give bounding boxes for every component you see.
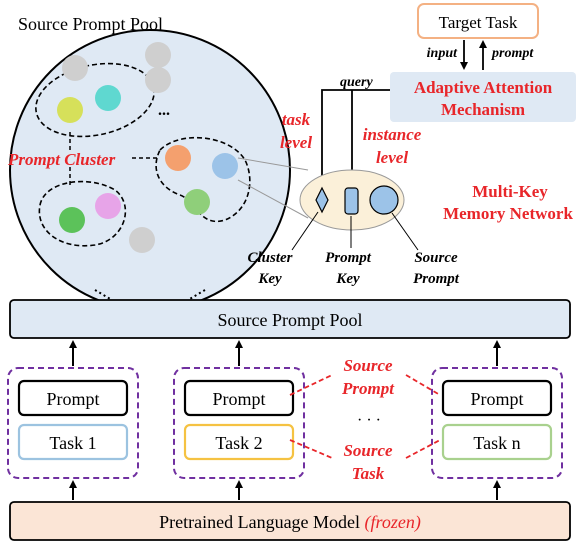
dot-gray-2 bbox=[145, 42, 171, 68]
dot-gray-3 bbox=[62, 55, 88, 81]
plm-box: Pretrained Language Model (frozen) bbox=[9, 501, 571, 541]
middle-ellipsis: · · · bbox=[357, 412, 381, 429]
attention-line1: Adaptive Attention bbox=[414, 78, 553, 97]
attention-line2: Mechanism bbox=[441, 100, 525, 119]
dot-pink bbox=[95, 193, 121, 219]
task-level-line1: task bbox=[282, 110, 311, 129]
prompt-key-line2: Key bbox=[335, 271, 360, 287]
task-group-3: Prompt Task n bbox=[431, 340, 563, 500]
annot-prompt-right bbox=[405, 374, 441, 396]
task-label: Task n bbox=[473, 433, 520, 453]
dot-gray-1 bbox=[145, 67, 171, 93]
dot-green bbox=[59, 207, 85, 233]
prompt-label: Prompt bbox=[46, 389, 99, 409]
plm-label: Pretrained Language Model (frozen) bbox=[159, 512, 421, 533]
diagram-canvas: Source Prompt Pool ... Prompt Cluster Ta… bbox=[7, 3, 576, 541]
memory-network bbox=[299, 169, 405, 231]
input-label: input bbox=[427, 46, 458, 61]
annot-prompt-left bbox=[289, 374, 333, 396]
dot-orange bbox=[165, 145, 191, 171]
task-group-2: Prompt Task 2 bbox=[173, 340, 305, 500]
prompt-label: prompt bbox=[491, 46, 534, 61]
source-task-annot-line1: Source bbox=[343, 441, 393, 460]
instance-level-line1: instance bbox=[363, 125, 422, 144]
prompt-label: Prompt bbox=[212, 389, 265, 409]
dot-green-light bbox=[184, 189, 210, 215]
source-prompt-key-line2: Prompt bbox=[413, 271, 460, 287]
cluster-key-line1: Cluster bbox=[247, 250, 292, 266]
source-prompt-annot-line1: Source bbox=[343, 356, 393, 375]
frozen-label: (frozen) bbox=[365, 512, 421, 533]
dot-blue bbox=[212, 153, 238, 179]
task-label: Task 1 bbox=[49, 433, 96, 453]
dot-gray-4 bbox=[129, 227, 155, 253]
pool-ellipsis: ... bbox=[158, 102, 170, 119]
prompt-label: Prompt bbox=[470, 389, 523, 409]
instance-level-line2: level bbox=[376, 148, 408, 167]
memory-network-line1: Multi-Key bbox=[472, 182, 548, 201]
source-prompt-pool-bar: Source Prompt Pool bbox=[9, 299, 571, 339]
source-prompt-annot-line2: Prompt bbox=[341, 379, 395, 398]
target-task-box: Target Task bbox=[417, 3, 539, 39]
prompt-key-line1: Prompt bbox=[325, 250, 372, 266]
source-prompt-key-line1: Source bbox=[414, 250, 458, 266]
task-level-line2: level bbox=[280, 133, 312, 152]
pool-bar-label: Source Prompt Pool bbox=[217, 310, 362, 330]
annot-task-right bbox=[405, 439, 441, 459]
memory-network-line2: Memory Network bbox=[443, 204, 573, 223]
prompt-cluster-label: Prompt Cluster bbox=[7, 150, 116, 169]
cluster-key-line2: Key bbox=[257, 271, 282, 287]
annot-task-left bbox=[289, 439, 333, 459]
cluster-key-pointer bbox=[291, 211, 319, 251]
dot-yellowgreen bbox=[57, 97, 83, 123]
attention-box: Adaptive Attention Mechanism bbox=[390, 72, 576, 122]
target-task-label: Target Task bbox=[439, 13, 518, 32]
source-prompt-icon bbox=[369, 185, 399, 215]
dot-cyan bbox=[95, 85, 121, 111]
query-label: query bbox=[340, 75, 373, 90]
source-task-annot-line2: Task bbox=[352, 464, 385, 483]
task-group-1: Prompt Task 1 bbox=[7, 340, 139, 500]
source-prompt-pointer bbox=[391, 212, 419, 251]
task-label: Task 2 bbox=[215, 433, 262, 453]
prompt-key-icon bbox=[344, 187, 359, 215]
